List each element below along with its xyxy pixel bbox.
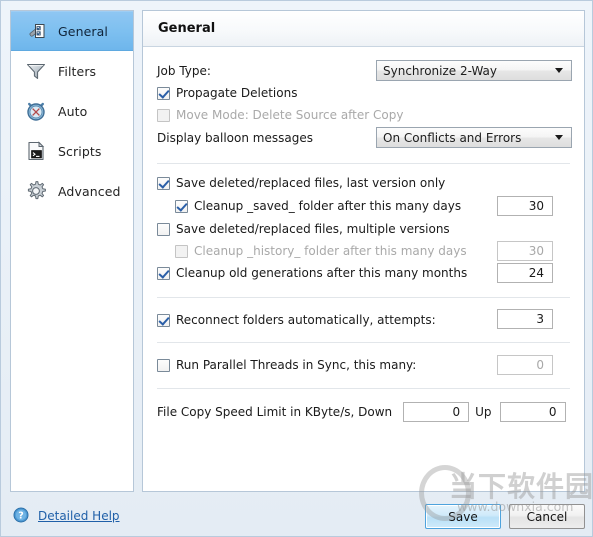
cleanup-history-label: Cleanup _history_ folder after this many… xyxy=(194,244,467,258)
cleanup-generations-months-value: 24 xyxy=(528,266,544,280)
job-type-label: Job Type: xyxy=(157,64,211,78)
speed-limit-up-value: 0 xyxy=(548,405,557,419)
chevron-down-icon xyxy=(555,68,563,73)
save-multiple-versions-row[interactable]: Save deleted/replaced files, multiple ve… xyxy=(157,218,570,240)
cleanup-generations-checkbox[interactable] xyxy=(157,266,170,280)
save-button[interactable]: Save xyxy=(425,504,501,529)
cleanup-saved-row[interactable]: Cleanup _saved_ folder after this many d… xyxy=(157,194,570,218)
job-type-value: Synchronize 2-Way xyxy=(383,63,498,78)
speed-limit-down-input[interactable]: 0 xyxy=(403,402,470,422)
cancel-button[interactable]: Cancel xyxy=(509,504,585,529)
save-button-label: Save xyxy=(448,509,478,524)
parallel-threads-row[interactable]: Run Parallel Threads in Sync, this many:… xyxy=(157,352,570,378)
save-multiple-versions-label: Save deleted/replaced files, multiple ve… xyxy=(176,222,450,236)
divider xyxy=(157,163,570,164)
cleanup-generations-months-input[interactable]: 24 xyxy=(497,263,553,283)
save-last-version-row[interactable]: Save deleted/replaced files, last versio… xyxy=(157,172,570,194)
divider xyxy=(157,388,570,389)
reconnect-checkbox[interactable] xyxy=(157,313,170,327)
cleanup-history-checkbox xyxy=(175,244,188,258)
cancel-button-label: Cancel xyxy=(526,509,568,524)
save-last-version-checkbox[interactable] xyxy=(157,176,170,190)
question-mark-icon: ? xyxy=(13,507,29,526)
script-icon xyxy=(23,138,49,164)
settings-panel: General Job Type: Synchronize 2-Way Prop… xyxy=(142,10,585,492)
options-window: General Filters Auto Scripts Advanced Ge… xyxy=(0,0,593,537)
move-mode-row: Move Mode: Delete Source after Copy xyxy=(157,104,570,126)
panel-header: General xyxy=(143,11,584,47)
reconnect-attempts-value: 3 xyxy=(536,312,544,326)
chevron-down-icon xyxy=(555,135,563,140)
reconnect-label: Reconnect folders automatically, attempt… xyxy=(176,313,436,327)
parallel-threads-count-value: 0 xyxy=(536,358,544,372)
wrench-icon xyxy=(23,18,49,44)
sidebar-item-auto[interactable]: Auto xyxy=(11,91,133,131)
speed-limit-up-label: Up xyxy=(475,405,492,419)
move-mode-label: Move Mode: Delete Source after Copy xyxy=(176,108,404,122)
sidebar-item-advanced[interactable]: Advanced xyxy=(11,171,133,211)
page-title: General xyxy=(158,21,216,36)
cleanup-saved-days-value: 30 xyxy=(528,199,544,213)
sidebar-item-scripts[interactable]: Scripts xyxy=(11,131,133,171)
job-type-row: Job Type: Synchronize 2-Way xyxy=(157,60,572,82)
cleanup-saved-checkbox[interactable] xyxy=(175,199,188,213)
sidebar-item-label: Filters xyxy=(58,63,97,79)
cleanup-generations-row[interactable]: Cleanup old generations after this many … xyxy=(157,262,570,284)
cleanup-generations-label: Cleanup old generations after this many … xyxy=(176,266,468,280)
cleanup-saved-label: Cleanup _saved_ folder after this many d… xyxy=(194,199,462,213)
balloon-messages-row: Display balloon messages On Conflicts an… xyxy=(157,126,572,150)
sidebar: General Filters Auto Scripts Advanced xyxy=(10,10,134,492)
svg-text:?: ? xyxy=(18,510,24,521)
balloon-messages-dropdown[interactable]: On Conflicts and Errors xyxy=(376,127,572,148)
sidebar-item-label: General xyxy=(58,23,108,39)
divider xyxy=(157,297,570,298)
job-type-dropdown[interactable]: Synchronize 2-Way xyxy=(376,60,572,81)
cleanup-history-row: Cleanup _history_ folder after this many… xyxy=(157,240,570,262)
parallel-threads-checkbox[interactable] xyxy=(157,358,170,372)
speed-limit-row: File Copy Speed Limit in KByte/s, Down 0… xyxy=(157,399,570,425)
balloon-messages-label: Display balloon messages xyxy=(157,131,313,145)
propagate-deletions-checkbox[interactable] xyxy=(157,86,170,100)
cleanup-history-days-value: 30 xyxy=(528,244,544,258)
sidebar-item-general[interactable]: General xyxy=(11,11,133,51)
speed-limit-up-input[interactable]: 0 xyxy=(499,402,566,422)
propagate-deletions-label: Propagate Deletions xyxy=(176,86,298,100)
sidebar-item-filters[interactable]: Filters xyxy=(11,51,133,91)
divider xyxy=(157,342,570,343)
gear-icon xyxy=(23,178,49,204)
sidebar-item-label: Scripts xyxy=(58,143,102,159)
clock-icon xyxy=(23,98,49,124)
parallel-threads-count-input: 0 xyxy=(497,355,553,375)
detailed-help-link[interactable]: ? Detailed Help xyxy=(13,506,120,526)
reconnect-row[interactable]: Reconnect folders automatically, attempt… xyxy=(157,307,570,333)
save-multiple-versions-checkbox[interactable] xyxy=(157,222,170,236)
balloon-messages-value: On Conflicts and Errors xyxy=(383,130,522,145)
sidebar-item-label: Auto xyxy=(58,103,88,119)
speed-limit-down-value: 0 xyxy=(452,405,461,419)
panel-body: Job Type: Synchronize 2-Way Propagate De… xyxy=(143,60,584,425)
move-mode-checkbox xyxy=(157,108,170,122)
propagate-deletions-row[interactable]: Propagate Deletions xyxy=(157,82,570,104)
speed-limit-label: File Copy Speed Limit in KByte/s, Down xyxy=(157,405,393,419)
parallel-threads-label: Run Parallel Threads in Sync, this many: xyxy=(176,358,417,372)
funnel-icon xyxy=(23,58,49,84)
save-last-version-label: Save deleted/replaced files, last versio… xyxy=(176,176,446,190)
cleanup-history-days-input: 30 xyxy=(497,241,553,261)
detailed-help-label: Detailed Help xyxy=(38,509,120,523)
reconnect-attempts-input[interactable]: 3 xyxy=(497,309,553,329)
cleanup-saved-days-input[interactable]: 30 xyxy=(497,196,553,216)
sidebar-item-label: Advanced xyxy=(58,183,121,199)
